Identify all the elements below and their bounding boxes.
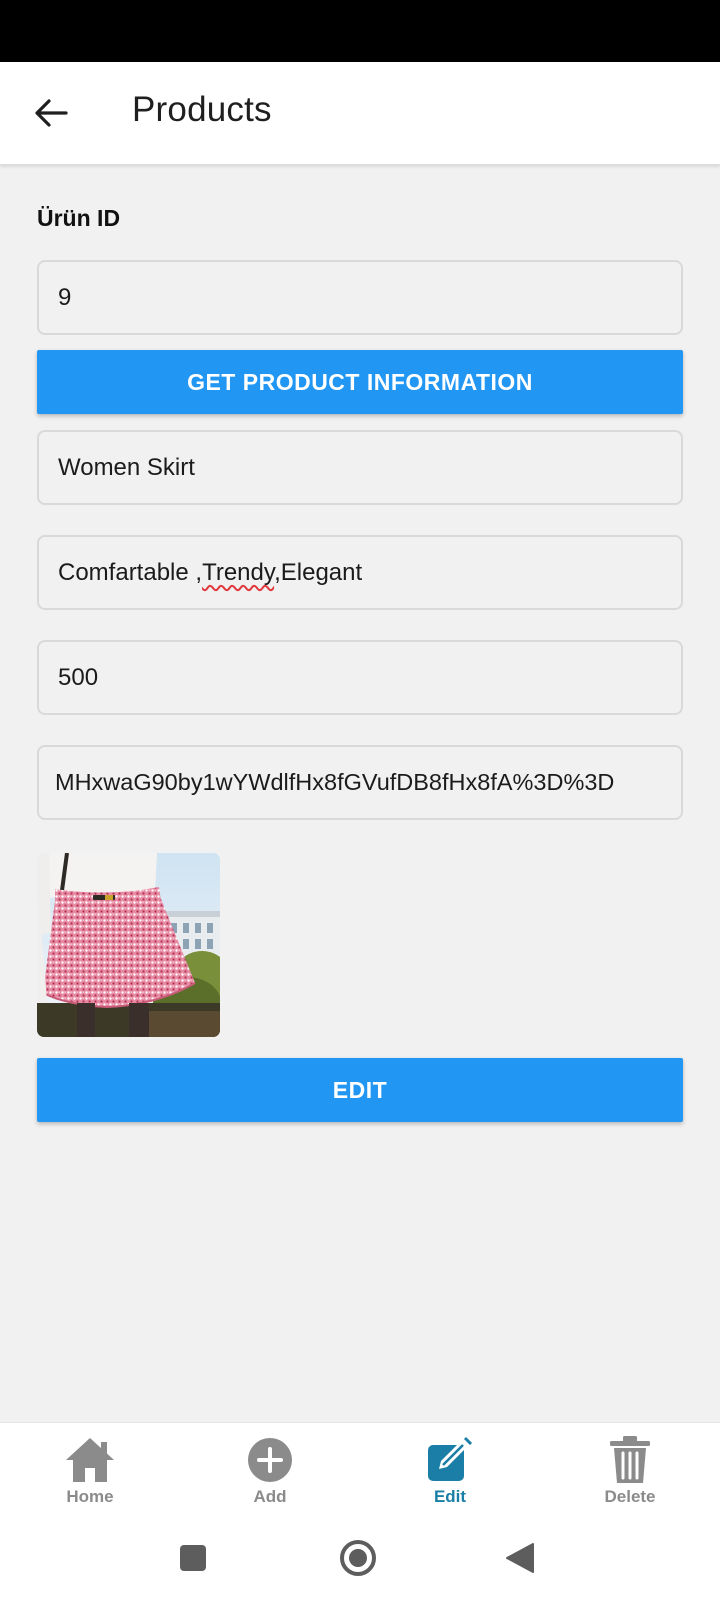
product-id-value: 9 — [58, 283, 72, 311]
description-misspelled-word: Trendy — [202, 558, 275, 586]
edit-button-label: EDIT — [332, 1076, 388, 1103]
nav-label-edit: Edit — [433, 1487, 467, 1506]
bottom-navigation: Home Add Edit Delete — [0, 1422, 720, 1523]
product-price-input[interactable]: 500 — [37, 640, 683, 715]
nav-item-edit[interactable]: Edit — [390, 1435, 510, 1517]
product-name-value: Women Skirt — [58, 453, 195, 481]
product-image-url-value: MHxwaG90by1wYWdlfHx8fGVufDB8fHx8fA%3D%3D — [55, 769, 615, 795]
add-circle-icon — [248, 1438, 292, 1482]
product-image — [37, 853, 220, 1037]
system-navigation-bar — [0, 1522, 720, 1600]
home-system-button[interactable] — [336, 1536, 380, 1580]
description-text: Comfartable ,Trendy,Elegant — [58, 559, 362, 587]
nav-item-delete[interactable]: Delete — [570, 1435, 690, 1517]
square-icon — [180, 1545, 206, 1571]
nav-label-home: Home — [66, 1487, 114, 1506]
edit-icon — [428, 1436, 473, 1481]
description-suffix: ,Elegant — [274, 558, 363, 586]
circle-home-icon — [340, 1540, 376, 1576]
nav-item-home[interactable]: Home — [30, 1435, 150, 1517]
product-id-input[interactable]: 9 — [37, 260, 683, 335]
product-price-value: 500 — [58, 663, 99, 691]
page-title: Products — [132, 90, 272, 129]
description-prefix: Comfartable , — [58, 558, 203, 586]
get-product-information-label: GET PRODUCT INFORMATION — [187, 368, 533, 395]
edit-button[interactable]: EDIT — [37, 1058, 683, 1122]
product-name-input[interactable]: Women Skirt — [37, 430, 683, 505]
nav-item-add[interactable]: Add — [210, 1435, 330, 1517]
triangle-back-icon — [506, 1543, 534, 1573]
trash-icon — [610, 1436, 650, 1483]
back-system-button[interactable] — [498, 1536, 542, 1580]
nav-label-delete: Delete — [604, 1487, 656, 1506]
app-bar: Products — [0, 62, 720, 165]
get-product-information-button[interactable]: GET PRODUCT INFORMATION — [37, 350, 683, 414]
product-description-input[interactable]: Comfartable ,Trendy,Elegant — [37, 535, 683, 610]
nav-label-add: Add — [253, 1487, 287, 1506]
product-id-label: Ürün ID — [37, 205, 121, 231]
recents-button[interactable] — [171, 1536, 215, 1580]
status-bar — [0, 0, 720, 62]
back-button[interactable] — [22, 84, 80, 142]
product-image-url-input[interactable]: MHxwaG90by1wYWdlfHx8fGVufDB8fHx8fA%3D%3D — [37, 745, 683, 820]
home-icon — [66, 1438, 114, 1482]
arrow-left-icon — [35, 99, 68, 127]
